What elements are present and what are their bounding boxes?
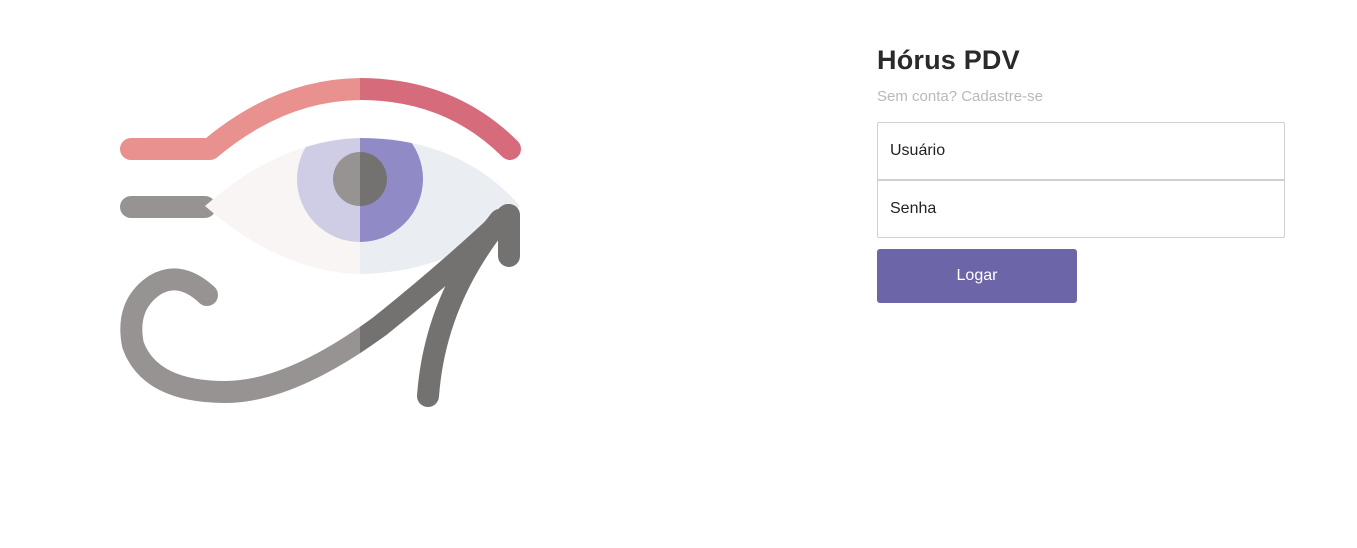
username-input[interactable] <box>877 122 1285 180</box>
password-input[interactable] <box>877 180 1285 238</box>
login-form: Logar <box>877 122 1285 303</box>
login-page: Hórus PDV Sem conta? Cadastre-se Logar <box>0 0 1357 548</box>
eye-of-horus-icon <box>120 78 521 407</box>
login-button[interactable]: Logar <box>877 249 1077 303</box>
page-title: Hórus PDV <box>877 45 1020 75</box>
login-panel: Hórus PDV Sem conta? Cadastre-se Logar <box>877 40 1285 303</box>
signup-link[interactable]: Sem conta? Cadastre-se <box>877 86 1285 108</box>
